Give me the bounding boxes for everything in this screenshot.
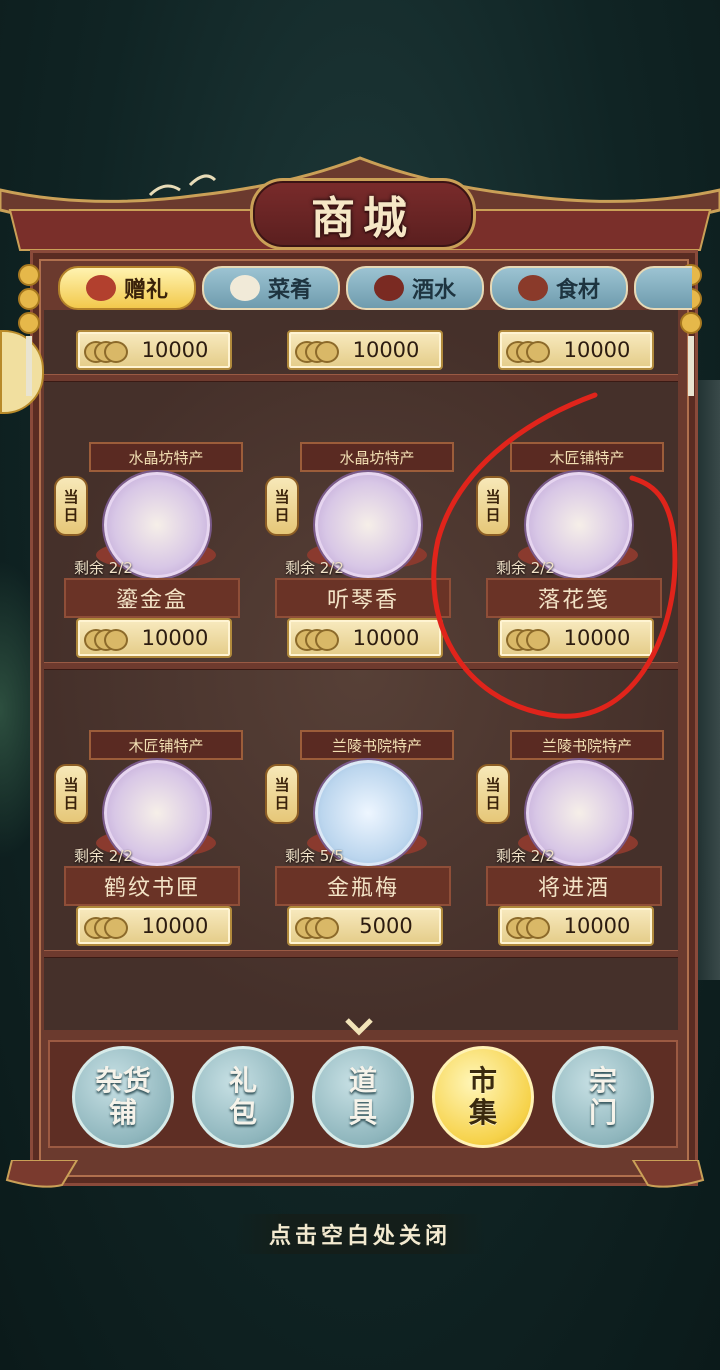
tab-label: 赠礼 bbox=[123, 278, 168, 303]
today-lantern-badge: 当日 bbox=[265, 476, 299, 536]
chevron-down-icon[interactable] bbox=[344, 1016, 374, 1038]
price-button[interactable]: 10000 bbox=[498, 330, 654, 370]
coin-stack-icon bbox=[84, 338, 130, 363]
item-name: 鎏金盒 bbox=[64, 578, 240, 618]
price-value: 10000 bbox=[141, 338, 209, 362]
nav-gift-pack-button[interactable]: 礼包 bbox=[192, 1046, 294, 1148]
coin-stack-icon bbox=[295, 626, 341, 651]
item-origin-label: 木匠铺特产 bbox=[89, 730, 243, 760]
price-value: 5000 bbox=[359, 914, 413, 938]
remaining-count: 剩余 2/2 bbox=[285, 559, 344, 577]
price-button[interactable]: 10000 bbox=[76, 906, 232, 946]
remaining-count: 剩余 2/2 bbox=[496, 847, 555, 865]
coin-stack-icon bbox=[506, 914, 552, 939]
price-value: 10000 bbox=[563, 338, 631, 362]
gift-chest-icon bbox=[85, 275, 116, 301]
red-annotation-circle bbox=[431, 392, 678, 719]
shelf-divider bbox=[44, 374, 678, 382]
today-lantern-badge: 当日 bbox=[265, 764, 299, 824]
remaining-count: 剩余 5/5 bbox=[285, 847, 344, 865]
category-tabs: 赠礼 菜肴 酒水 食材 bbox=[52, 262, 692, 312]
coin-stack-icon bbox=[84, 914, 130, 939]
shop-roof: 商城 bbox=[0, 150, 720, 260]
cabinet-foot-right bbox=[631, 1160, 705, 1188]
price-button[interactable]: 10000 bbox=[498, 906, 654, 946]
price-button[interactable]: 5000 bbox=[287, 906, 443, 946]
nav-props-button[interactable]: 道具 bbox=[312, 1046, 414, 1148]
nav-clan-button[interactable]: 宗门 bbox=[552, 1046, 654, 1148]
remaining-count: 剩余 2/2 bbox=[74, 847, 133, 865]
today-lantern-badge: 当日 bbox=[476, 764, 510, 824]
shelf-divider bbox=[44, 950, 678, 958]
ingredient-jar-icon bbox=[517, 275, 548, 301]
tassel-left bbox=[18, 262, 40, 432]
tab-label: 酒水 bbox=[411, 278, 456, 303]
item-origin-label: 水晶坊特产 bbox=[89, 442, 243, 472]
coin-stack-icon bbox=[84, 626, 130, 651]
tab-more[interactable] bbox=[634, 266, 692, 310]
price-value: 10000 bbox=[141, 626, 209, 650]
price-button[interactable]: 10000 bbox=[76, 330, 232, 370]
coin-stack-icon bbox=[295, 338, 341, 363]
coin-stack-icon bbox=[295, 914, 341, 939]
price-value: 10000 bbox=[141, 914, 209, 938]
price-value: 10000 bbox=[563, 914, 631, 938]
today-lantern-badge: 当日 bbox=[54, 764, 88, 824]
wine-jar-icon bbox=[373, 275, 404, 301]
tab-wine[interactable]: 酒水 bbox=[346, 266, 484, 310]
item-name: 将进酒 bbox=[486, 866, 662, 906]
nav-market-button[interactable]: 市集 bbox=[432, 1046, 534, 1148]
dish-icon bbox=[229, 275, 260, 301]
close-hint[interactable]: 点击空白处关闭 bbox=[235, 1214, 485, 1254]
nav-grocery-button[interactable]: 杂货铺 bbox=[72, 1046, 174, 1148]
remaining-count: 剩余 2/2 bbox=[74, 559, 133, 577]
item-name: 金瓶梅 bbox=[275, 866, 451, 906]
price-button[interactable]: 10000 bbox=[76, 618, 232, 658]
price-value: 10000 bbox=[352, 338, 420, 362]
page-title: 商城 bbox=[311, 193, 415, 244]
cabinet-foot-left bbox=[5, 1160, 79, 1188]
price-button[interactable]: 10000 bbox=[287, 330, 443, 370]
tab-dishes[interactable]: 菜肴 bbox=[202, 266, 340, 310]
tab-label: 食材 bbox=[555, 278, 600, 303]
item-name: 鹤纹书匣 bbox=[64, 866, 240, 906]
title-plaque: 商城 bbox=[250, 178, 476, 250]
tab-label: 菜肴 bbox=[267, 278, 312, 303]
tab-ingredients[interactable]: 食材 bbox=[490, 266, 628, 310]
today-lantern-badge: 当日 bbox=[54, 476, 88, 536]
tab-gift[interactable]: 赠礼 bbox=[58, 266, 196, 310]
coin-stack-icon bbox=[506, 338, 552, 363]
